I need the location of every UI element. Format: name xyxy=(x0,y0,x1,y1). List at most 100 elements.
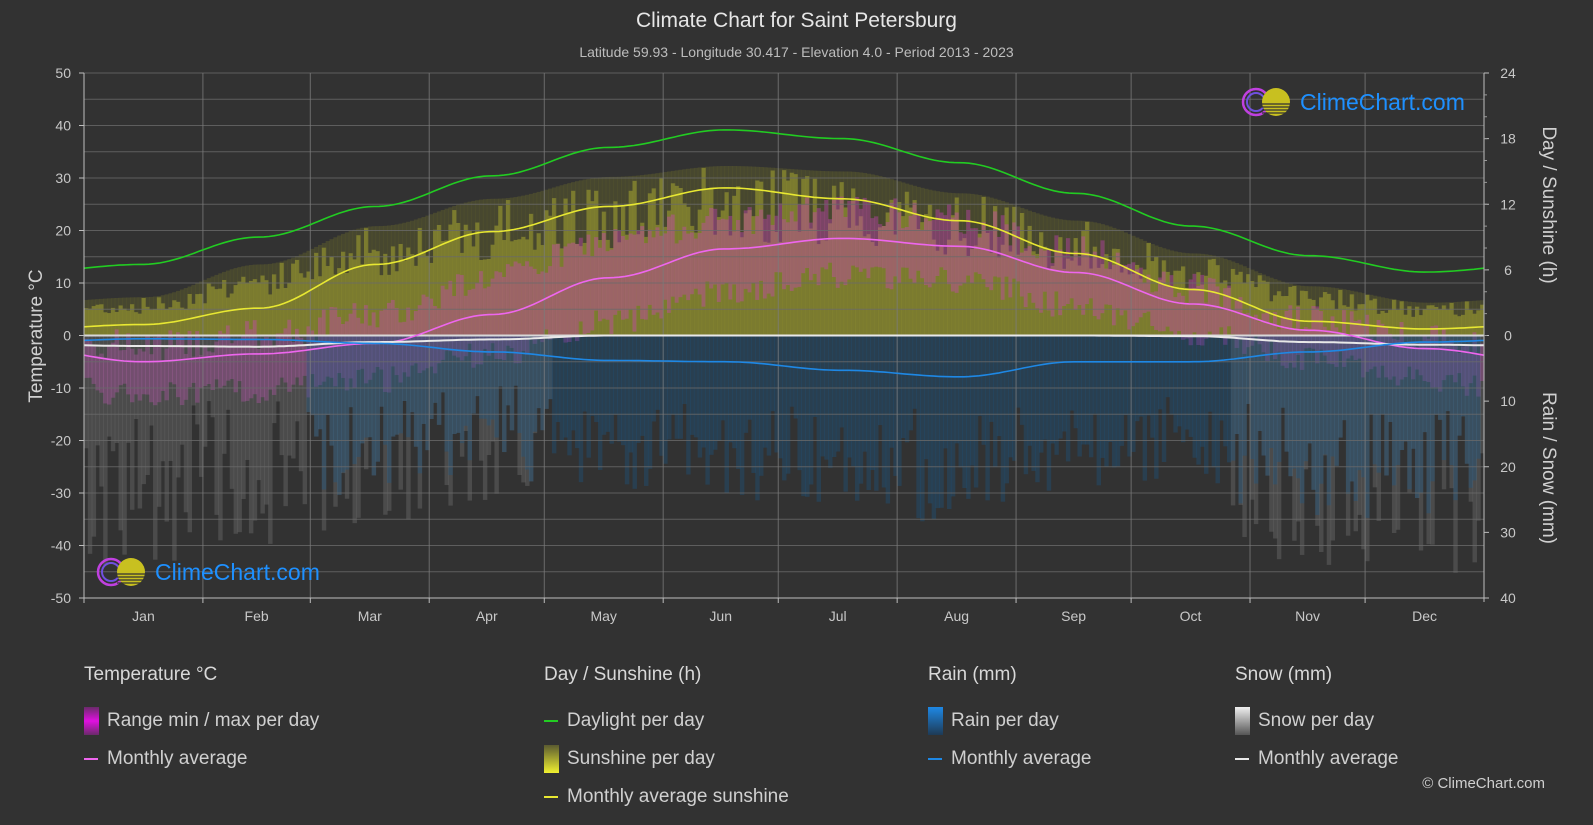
rain-day-bar xyxy=(1154,335,1159,479)
rain-day-bar xyxy=(448,335,453,476)
legend-item-daylight: Daylight per day xyxy=(544,702,789,740)
temp-range-bar xyxy=(793,221,799,288)
temp-range-bar xyxy=(690,232,695,295)
legend-heading: Snow (mm) xyxy=(1235,664,1333,685)
rain-day-bar xyxy=(970,335,975,466)
rain-day-bar xyxy=(1150,335,1155,438)
rain-day-bar xyxy=(1092,335,1098,414)
rain-day-bar xyxy=(785,335,791,474)
rain-day-bar xyxy=(828,335,833,468)
logo-top-right[interactable]: ClimeChart.com xyxy=(1240,86,1465,118)
rain-day-bar xyxy=(1200,335,1205,447)
rain-day-bar xyxy=(471,335,476,414)
rain-day-bar xyxy=(854,335,860,501)
left-tick-label: 10 xyxy=(55,275,71,291)
temp-range-bar xyxy=(655,227,660,313)
temp-range-bar xyxy=(977,237,983,274)
rain-day-bar xyxy=(1280,335,1286,408)
rain-day-bar xyxy=(1303,335,1309,462)
rain-day-bar xyxy=(1342,335,1347,421)
temp-range-bar xyxy=(924,218,929,286)
rain-day-bar xyxy=(1081,335,1086,445)
temp-range-bar xyxy=(1085,252,1090,305)
legend-temperature: Temperature °C Range min / max per day M… xyxy=(84,664,319,778)
rain-day-bar xyxy=(793,335,799,419)
temp-range-bar xyxy=(1008,245,1013,298)
right-axis-title-sunshine: Day / Sunshine (h) xyxy=(1538,126,1559,284)
rain-day-bar xyxy=(1108,335,1113,442)
snow-day-bar xyxy=(237,335,242,533)
rain-day-bar xyxy=(348,335,354,408)
snow-day-bar xyxy=(302,335,308,505)
temp-range-bar xyxy=(870,218,875,268)
rain-day-bar xyxy=(1000,335,1006,502)
rain-day-bar xyxy=(528,335,534,482)
snow-day-bar xyxy=(145,335,150,476)
snow-day-bar xyxy=(164,335,169,522)
temp-range-bar xyxy=(739,232,745,302)
climechart-logo-icon xyxy=(96,557,145,587)
temp-range-bar xyxy=(1184,302,1190,339)
temp-range-bar xyxy=(1123,265,1128,311)
temp-range-bar xyxy=(908,215,914,279)
rain-day-bar xyxy=(1372,335,1378,465)
sunshine-day-bar xyxy=(122,308,127,336)
sunshine-day-bar xyxy=(1468,309,1474,336)
temp-range-bar xyxy=(716,219,722,302)
rain-day-bar xyxy=(1046,335,1052,491)
rain-day-bar xyxy=(1399,335,1405,451)
right-tick-label: 12 xyxy=(1500,196,1516,212)
temp-range-bar xyxy=(920,229,925,279)
sunshine-swatch xyxy=(544,745,559,773)
rain-day-bar xyxy=(870,335,875,470)
rain-day-bar xyxy=(1380,335,1385,415)
sunshine-day-bar xyxy=(107,313,112,336)
snow-day-bar xyxy=(172,335,177,561)
rain-day-bar xyxy=(1445,335,1451,412)
rain-day-bar xyxy=(582,335,588,412)
rain-day-bar xyxy=(1414,335,1420,498)
rain-day-bar xyxy=(636,335,641,443)
rain-day-bar xyxy=(1449,335,1454,466)
snow-day-bar xyxy=(179,335,185,445)
sunshine-day-bar xyxy=(84,308,89,336)
rain-day-bar xyxy=(1234,335,1240,435)
sunshine-day-bar xyxy=(183,308,189,336)
rain-day-bar xyxy=(1169,335,1174,415)
temp-range-bar xyxy=(1039,248,1044,313)
rain-day-bar xyxy=(586,335,591,458)
rain-day-bar xyxy=(1437,335,1443,420)
snow-day-bar xyxy=(294,335,300,422)
left-tick-label: 0 xyxy=(63,328,71,344)
right-tick-label: 10 xyxy=(1500,393,1516,409)
snow-day-bar xyxy=(187,335,192,533)
month-label: May xyxy=(590,608,616,624)
rain-day-bar xyxy=(1177,335,1182,427)
rain-day-bar xyxy=(1464,335,1470,464)
snow-day-bar xyxy=(298,335,304,472)
sunshine-day-bar xyxy=(210,286,216,336)
temp-range-bar xyxy=(563,246,568,343)
temp-range-bar xyxy=(1069,256,1075,299)
temp-range-bar xyxy=(847,200,852,280)
temp-range-bar xyxy=(720,218,726,285)
sunshine-day-bar xyxy=(222,279,227,336)
month-label: Feb xyxy=(245,608,269,624)
rain-day-bar xyxy=(770,335,776,412)
rain-day-bar xyxy=(831,335,837,458)
rain-day-bar xyxy=(444,335,449,452)
temp-range-bar xyxy=(1046,249,1052,311)
logo-bottom-left[interactable]: ClimeChart.com xyxy=(95,556,320,588)
month-label: Jan xyxy=(132,608,155,624)
rain-day-bar xyxy=(670,335,676,415)
temp-range-bar xyxy=(670,214,676,297)
rain-day-bar xyxy=(1131,335,1136,452)
rain-day-bar xyxy=(1104,335,1109,467)
rain-day-bar xyxy=(383,335,388,445)
rain-day-bar xyxy=(1296,335,1301,479)
temp-range-bar xyxy=(647,229,653,305)
rain-day-bar xyxy=(337,335,342,495)
month-label: Nov xyxy=(1295,608,1320,624)
legend-item-sunshine-avg: Monthly average sunshine xyxy=(544,778,789,816)
rain-day-bar xyxy=(1330,335,1336,457)
